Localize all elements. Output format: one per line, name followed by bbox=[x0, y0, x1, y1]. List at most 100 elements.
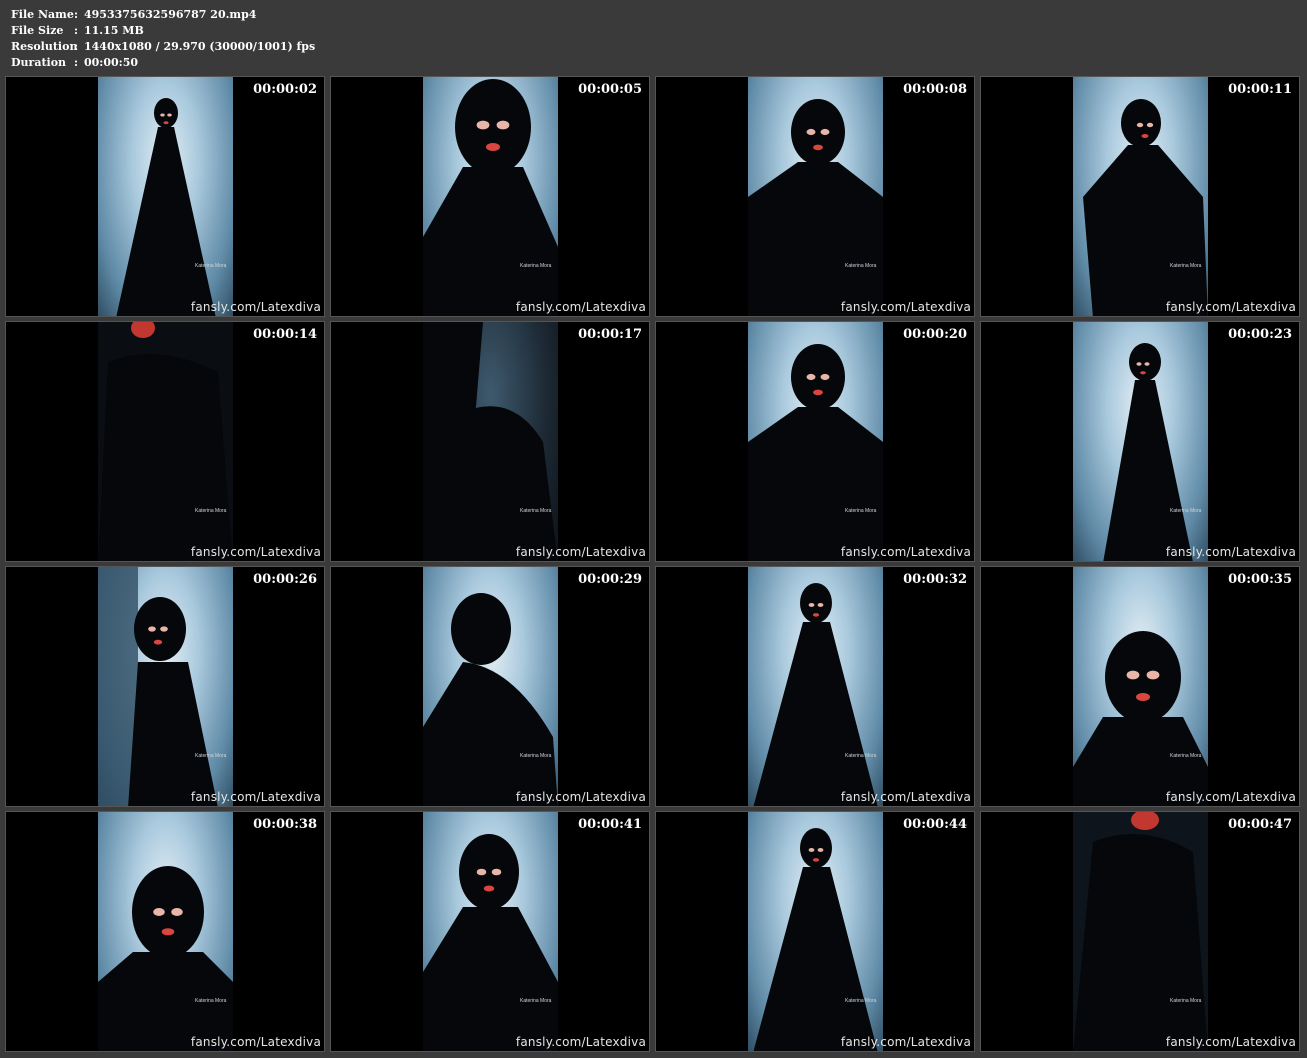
signature-text: Katerina Mora bbox=[1170, 753, 1202, 759]
file-name-key: File Name bbox=[11, 8, 74, 21]
duration-value: 00:00:50 bbox=[84, 56, 139, 69]
watermark-text: fansly.com/Latexdiva bbox=[1165, 300, 1296, 314]
signature-text: Katerina Mora bbox=[195, 998, 227, 1004]
signature-text: Katerina Mora bbox=[1170, 508, 1202, 514]
video-frame-image: Katerina Mora bbox=[748, 567, 883, 806]
latex-figure bbox=[748, 344, 883, 561]
video-frame-image: Katerina Mora bbox=[423, 812, 558, 1051]
timestamp: 00:00:44 bbox=[903, 817, 967, 832]
timestamp: 00:00:20 bbox=[903, 327, 967, 342]
timestamp: 00:00:41 bbox=[578, 817, 642, 832]
latex-figure bbox=[423, 322, 558, 561]
video-frame-image: Katerina Mora bbox=[98, 812, 233, 1051]
thumbnail-frame[interactable]: Katerina Mora 00:00:11 fansly.com/Latexdiv… bbox=[980, 76, 1300, 317]
video-frame-image: Katerina Mora bbox=[748, 812, 883, 1051]
latex-figure bbox=[98, 567, 218, 806]
timestamp: 00:00:08 bbox=[903, 82, 967, 97]
file-size-key: File Size bbox=[11, 24, 64, 37]
separator: : bbox=[74, 40, 79, 53]
timestamp: 00:00:02 bbox=[253, 82, 317, 97]
latex-figure bbox=[98, 866, 233, 1051]
thumbnail-frame[interactable]: Katerina Mora 00:00:44 fansly.com/Latexdiv… bbox=[655, 811, 975, 1052]
timestamp: 00:00:11 bbox=[1228, 82, 1292, 97]
signature-text: Katerina Mora bbox=[195, 263, 227, 269]
watermark-text: fansly.com/Latexdiva bbox=[190, 545, 321, 559]
thumbnail-frame[interactable]: Katerina Mora 00:00:17 fansly.com/Latexdiv… bbox=[330, 321, 650, 562]
file-size-value: 11.15 MB bbox=[84, 24, 144, 37]
video-frame-image: Katerina Mora bbox=[1073, 567, 1208, 806]
thumbnail-frame[interactable]: Katerina Mora 00:00:47 fansly.com/Latexdiv… bbox=[980, 811, 1300, 1052]
watermark-text: fansly.com/Latexdiva bbox=[1165, 1035, 1296, 1049]
thumbnail-frame[interactable]: Katerina Mora 00:00:35 fansly.com/Latexdiv… bbox=[980, 566, 1300, 807]
latex-figure bbox=[1073, 812, 1208, 1051]
thumbnail-frame[interactable]: Katerina Mora 00:00:26 fansly.com/Latexdiv… bbox=[5, 566, 325, 807]
timestamp: 00:00:14 bbox=[253, 327, 317, 342]
signature-text: Katerina Mora bbox=[845, 508, 877, 514]
watermark-text: fansly.com/Latexdiva bbox=[190, 1035, 321, 1049]
signature-text: Katerina Mora bbox=[845, 263, 877, 269]
timestamp: 00:00:26 bbox=[253, 572, 317, 587]
separator: : bbox=[74, 8, 79, 21]
signature-text: Katerina Mora bbox=[195, 508, 227, 514]
file-name-row: File Name : 4953375632596787 20.mp4 bbox=[11, 7, 315, 23]
video-frame-image: Katerina Mora bbox=[1073, 812, 1208, 1051]
video-frame-image: Katerina Mora bbox=[748, 322, 883, 561]
duration-key: Duration bbox=[11, 56, 67, 69]
watermark-text: fansly.com/Latexdiva bbox=[190, 790, 321, 804]
thumbnail-frame[interactable]: Katerina Mora 00:00:20 fansly.com/Latexdiv… bbox=[655, 321, 975, 562]
latex-figure bbox=[1073, 631, 1208, 806]
timestamp: 00:00:05 bbox=[578, 82, 642, 97]
thumbnail-grid: Katerina Mora 00:00:02 fansly.com/Latexdiv… bbox=[5, 76, 1300, 1052]
video-frame-image: Katerina Mora bbox=[98, 567, 233, 806]
video-frame-image: Katerina Mora bbox=[748, 77, 883, 316]
file-name-value: 4953375632596787 20.mp4 bbox=[84, 8, 257, 21]
timestamp: 00:00:38 bbox=[253, 817, 317, 832]
thumbnail-frame[interactable]: Katerina Mora 00:00:05 fansly.com/Latexdiv… bbox=[330, 76, 650, 317]
timestamp: 00:00:17 bbox=[578, 327, 642, 342]
watermark-text: fansly.com/Latexdiva bbox=[1165, 545, 1296, 559]
thumbnail-frame[interactable]: Katerina Mora 00:00:32 fansly.com/Latexdiv… bbox=[655, 566, 975, 807]
resolution-key: Resolution bbox=[11, 40, 78, 53]
signature-text: Katerina Mora bbox=[520, 753, 552, 759]
file-size-row: File Size : 11.15 MB bbox=[11, 23, 315, 39]
watermark-text: fansly.com/Latexdiva bbox=[515, 1035, 646, 1049]
watermark-text: fansly.com/Latexdiva bbox=[515, 545, 646, 559]
video-frame-image: Katerina Mora bbox=[1073, 77, 1208, 316]
thumbnail-frame[interactable]: Katerina Mora 00:00:41 fansly.com/Latexdiv… bbox=[330, 811, 650, 1052]
timestamp: 00:00:47 bbox=[1228, 817, 1292, 832]
watermark-text: fansly.com/Latexdiva bbox=[840, 1035, 971, 1049]
thumbnail-frame[interactable]: Katerina Mora 00:00:38 fansly.com/Latexdiv… bbox=[5, 811, 325, 1052]
signature-text: Katerina Mora bbox=[195, 753, 227, 759]
latex-figure bbox=[753, 583, 878, 806]
latex-figure bbox=[423, 593, 558, 806]
latex-figure bbox=[423, 834, 558, 1051]
thumbnail-frame[interactable]: Katerina Mora 00:00:08 fansly.com/Latexdiv… bbox=[655, 76, 975, 317]
video-frame-image: Katerina Mora bbox=[98, 77, 233, 316]
watermark-text: fansly.com/Latexdiva bbox=[840, 790, 971, 804]
separator: : bbox=[74, 24, 79, 37]
timestamp: 00:00:29 bbox=[578, 572, 642, 587]
media-info-header: File Name : 4953375632596787 20.mp4 File… bbox=[11, 7, 315, 71]
latex-figure bbox=[753, 828, 878, 1051]
video-frame-image: Katerina Mora bbox=[1073, 322, 1208, 561]
thumbnail-frame[interactable]: Katerina Mora 00:00:02 fansly.com/Latexdiv… bbox=[5, 76, 325, 317]
resolution-value: 1440x1080 / 29.970 (30000/1001) fps bbox=[84, 40, 316, 53]
latex-figure bbox=[116, 98, 216, 316]
latex-figure bbox=[98, 322, 233, 561]
thumbnail-frame[interactable]: Katerina Mora 00:00:14 fansly.com/Latexdiv… bbox=[5, 321, 325, 562]
watermark-text: fansly.com/Latexdiva bbox=[840, 300, 971, 314]
duration-row: Duration : 00:00:50 bbox=[11, 55, 315, 71]
timestamp: 00:00:32 bbox=[903, 572, 967, 587]
timestamp: 00:00:35 bbox=[1228, 572, 1292, 587]
separator: : bbox=[74, 56, 79, 69]
thumbnail-frame[interactable]: Katerina Mora 00:00:29 fansly.com/Latexdiv… bbox=[330, 566, 650, 807]
resolution-row: Resolution : 1440x1080 / 29.970 (30000/1… bbox=[11, 39, 315, 55]
watermark-text: fansly.com/Latexdiva bbox=[515, 790, 646, 804]
signature-text: Katerina Mora bbox=[1170, 263, 1202, 269]
video-frame-image: Katerina Mora bbox=[423, 77, 558, 316]
video-frame-image: Katerina Mora bbox=[423, 567, 558, 806]
signature-text: Katerina Mora bbox=[845, 753, 877, 759]
signature-text: Katerina Mora bbox=[520, 508, 552, 514]
thumbnail-frame[interactable]: Katerina Mora 00:00:23 fansly.com/Latexdiv… bbox=[980, 321, 1300, 562]
signature-text: Katerina Mora bbox=[1170, 998, 1202, 1004]
